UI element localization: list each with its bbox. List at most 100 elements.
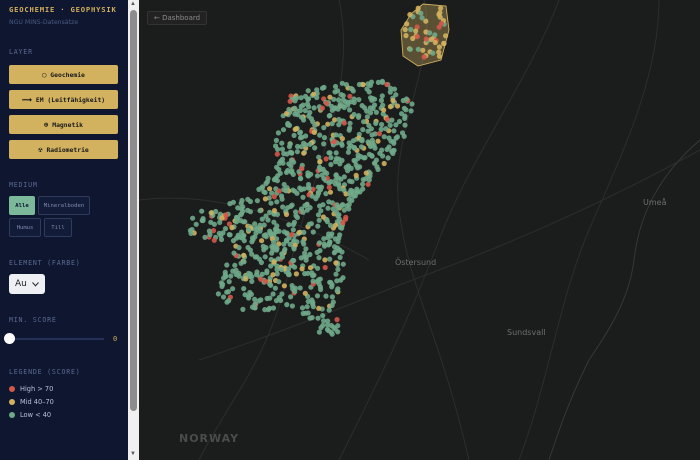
sample-point[interactable] xyxy=(241,259,247,265)
sample-point[interactable] xyxy=(254,269,260,275)
sample-point[interactable] xyxy=(355,114,362,120)
sample-point[interactable] xyxy=(387,104,393,110)
sample-point[interactable] xyxy=(307,205,313,211)
sample-point[interactable] xyxy=(276,279,282,285)
sample-point[interactable] xyxy=(323,293,329,299)
sample-point[interactable] xyxy=(438,5,444,11)
sample-point[interactable] xyxy=(369,132,375,138)
sample-point[interactable] xyxy=(317,132,323,138)
sample-point[interactable] xyxy=(190,215,196,221)
sample-point[interactable] xyxy=(311,272,317,278)
sample-point[interactable] xyxy=(332,326,338,332)
sample-point[interactable] xyxy=(402,122,408,128)
sample-point[interactable] xyxy=(267,186,273,192)
sample-point[interactable] xyxy=(226,298,232,304)
sample-point[interactable] xyxy=(316,240,323,246)
sample-point[interactable] xyxy=(292,105,298,111)
sample-point[interactable] xyxy=(291,237,297,243)
sample-point[interactable] xyxy=(275,130,281,136)
sample-point[interactable] xyxy=(338,92,344,98)
sample-point[interactable] xyxy=(272,285,278,291)
sample-point[interactable] xyxy=(321,125,327,131)
sample-point[interactable] xyxy=(354,189,360,195)
sample-point[interactable] xyxy=(224,262,230,268)
sample-point[interactable] xyxy=(188,230,194,236)
sample-point[interactable] xyxy=(373,109,379,115)
sample-point[interactable] xyxy=(415,46,421,52)
sample-point[interactable] xyxy=(310,229,316,235)
sample-point[interactable] xyxy=(294,190,300,196)
sample-point[interactable] xyxy=(302,108,308,114)
sample-point[interactable] xyxy=(275,173,281,179)
sample-point[interactable] xyxy=(222,272,228,278)
sample-point[interactable] xyxy=(323,156,329,162)
sample-point[interactable] xyxy=(299,166,305,172)
sample-point[interactable] xyxy=(308,171,314,177)
sample-point[interactable] xyxy=(329,302,335,308)
sample-point[interactable] xyxy=(270,272,276,278)
sample-point[interactable] xyxy=(376,131,382,137)
sample-point[interactable] xyxy=(347,178,353,184)
sample-point[interactable] xyxy=(220,230,226,236)
sample-point[interactable] xyxy=(303,133,309,139)
sample-point[interactable] xyxy=(284,302,290,308)
sample-point[interactable] xyxy=(309,315,315,321)
sample-point[interactable] xyxy=(332,83,339,90)
sample-point[interactable] xyxy=(285,167,291,174)
sample-point[interactable] xyxy=(378,97,384,103)
sample-point[interactable] xyxy=(430,50,436,56)
sample-point[interactable] xyxy=(298,176,304,182)
sample-point[interactable] xyxy=(321,176,327,182)
sample-point[interactable] xyxy=(327,150,333,156)
sample-point[interactable] xyxy=(281,283,287,289)
sample-point[interactable] xyxy=(323,100,330,106)
sample-point[interactable] xyxy=(332,222,339,228)
scrollbar-thumb[interactable] xyxy=(130,10,137,411)
sample-point[interactable] xyxy=(261,222,267,228)
sample-point[interactable] xyxy=(393,122,399,128)
sample-point[interactable] xyxy=(291,132,297,138)
sample-point[interactable] xyxy=(371,102,378,108)
sample-point[interactable] xyxy=(259,216,265,222)
sample-point[interactable] xyxy=(274,263,280,269)
sample-point[interactable] xyxy=(241,252,247,258)
sample-point[interactable] xyxy=(371,160,378,166)
sample-point[interactable] xyxy=(256,298,262,304)
score-slider[interactable] xyxy=(4,333,104,344)
sample-point[interactable] xyxy=(285,266,292,272)
sample-point[interactable] xyxy=(241,232,247,239)
sample-point[interactable] xyxy=(274,178,280,184)
sample-point[interactable] xyxy=(316,164,323,170)
sample-point[interactable] xyxy=(215,291,221,297)
sample-point[interactable] xyxy=(279,140,285,146)
sample-point[interactable] xyxy=(288,294,294,300)
sample-point[interactable] xyxy=(369,152,375,159)
sample-point[interactable] xyxy=(298,187,304,193)
sample-point[interactable] xyxy=(380,102,386,108)
sample-point[interactable] xyxy=(394,134,400,140)
sample-point[interactable] xyxy=(327,256,333,262)
sample-point[interactable] xyxy=(294,149,300,155)
sample-point[interactable] xyxy=(268,200,274,206)
sample-point[interactable] xyxy=(338,141,345,147)
sample-point[interactable] xyxy=(321,318,327,324)
sample-point[interactable] xyxy=(281,229,287,235)
sample-point[interactable] xyxy=(353,172,359,178)
sample-point[interactable] xyxy=(312,122,318,128)
sample-point[interactable] xyxy=(241,219,247,225)
sample-point[interactable] xyxy=(259,238,265,244)
sample-point[interactable] xyxy=(381,160,387,167)
sample-point[interactable] xyxy=(365,181,371,187)
sample-point[interactable] xyxy=(302,290,308,296)
sample-point[interactable] xyxy=(305,97,311,103)
sample-point[interactable] xyxy=(307,251,313,258)
sample-point[interactable] xyxy=(337,254,343,260)
sample-point[interactable] xyxy=(317,276,323,282)
sample-point[interactable] xyxy=(394,103,401,109)
sample-point[interactable] xyxy=(336,122,342,128)
sample-point[interactable] xyxy=(391,147,397,153)
sample-point[interactable] xyxy=(293,126,299,132)
sample-point[interactable] xyxy=(360,127,366,133)
sample-point[interactable] xyxy=(220,294,227,300)
sample-point[interactable] xyxy=(366,177,372,183)
